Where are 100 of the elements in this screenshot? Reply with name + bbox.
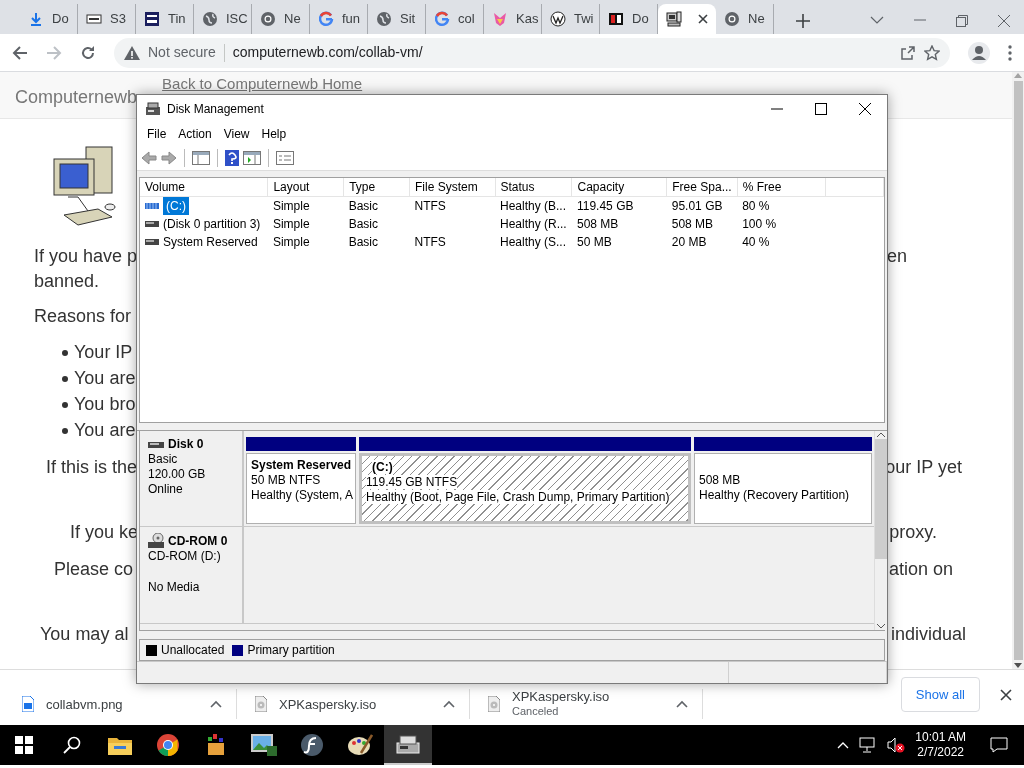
download-item[interactable]: collabvm.png [22,689,237,719]
forward-icon[interactable] [161,150,177,165]
windows-icon[interactable] [15,736,33,754]
clock-time[interactable]: 10:01 AM [915,730,966,745]
globe-icon [376,11,392,27]
partition-block[interactable]: System Reserved 50 MB NTFS Healthy (System, A [246,453,356,524]
table-cell: Healthy (S... [500,235,567,249]
table-cell: Simple [272,217,310,231]
scrollbar[interactable] [874,431,887,630]
menu-item[interactable]: View [217,125,256,143]
column-header[interactable]: Type [343,178,410,197]
column-header[interactable]: Capacity [572,178,667,197]
properties-icon[interactable] [276,150,294,165]
table-cell: Healthy (B... [500,199,567,213]
column-header[interactable]: Status [495,178,572,197]
url-text[interactable]: computernewb.com/collab-vm/ [232,42,423,63]
taskbar-app[interactable] [384,725,432,765]
caret-up-icon[interactable] [443,700,455,708]
menu-item[interactable]: Help [255,125,293,143]
partition-block[interactable]: 508 MB Healthy (Recovery Partition) [694,453,872,524]
text-fragment: Please co [54,558,134,581]
forward-icon [46,44,62,61]
volume-muted-icon[interactable] [887,737,906,753]
text-fragment: If you have p [34,245,138,268]
profile-icon[interactable] [968,41,990,64]
menu-item[interactable]: File [141,125,173,143]
text-fragment: ation on [888,558,953,581]
table-cell: NTFS [414,199,446,213]
globe-icon [202,11,218,27]
bullet-icon [62,349,68,356]
google-icon [434,11,450,27]
chevron-up-icon[interactable] [837,741,850,749]
legend-label: Primary partition [247,642,335,659]
table-cell: Healthy (R... [500,217,567,231]
download-item[interactable]: XPKaspersky.iso Canceled [488,689,703,719]
caret-up-icon[interactable] [210,700,222,708]
drive-icon [396,734,420,754]
close-icon[interactable] [1000,688,1012,701]
download-item[interactable]: XPKaspersky.iso [255,689,470,719]
show-all-button[interactable]: Show all [900,676,980,713]
new-tab-icon[interactable] [796,14,810,28]
column-header[interactable]: Layout [267,178,344,197]
table-cell: 95.01 GB [671,199,723,213]
drive-entry[interactable]: (C:) [163,197,189,215]
restore-icon[interactable] [956,15,968,27]
table-cell: Basic [348,217,378,231]
column-header[interactable]: File System [409,178,495,197]
clock-date[interactable]: 2/7/2022 [915,745,966,760]
bullet-icon [62,375,68,382]
column-header[interactable]: % Free [737,178,826,197]
close-icon[interactable] [859,103,871,115]
column-header[interactable]: Free Spa... [666,178,738,197]
close-icon[interactable] [698,14,708,24]
star-icon[interactable] [924,44,940,61]
help-icon[interactable] [225,149,239,166]
disc-file-icon [255,696,267,712]
menu-icon[interactable] [1008,44,1012,61]
scroll-up-icon[interactable] [876,431,886,439]
share-icon[interactable] [900,44,916,61]
search-icon[interactable] [63,736,81,754]
caret-up-icon[interactable] [676,700,688,708]
warning-icon[interactable] [124,45,140,60]
back-icon[interactable] [141,150,157,165]
palette-icon [347,733,373,757]
table-cell: Basic [348,235,378,249]
scrollbar[interactable] [1012,72,1024,669]
file-name: collabvm.png [46,696,124,712]
table-cell: 80 % [742,199,770,213]
drive-entry[interactable]: System Reserved [163,233,258,251]
action-pane-icon[interactable] [243,150,261,165]
nav-link[interactable]: Back to Computernewb Home [162,76,363,92]
google-icon [318,11,334,27]
network-icon[interactable] [859,737,878,753]
text-fragment: proxy. [889,521,937,544]
column-header[interactable]: Volume [140,178,268,197]
back-icon[interactable] [12,44,28,61]
chevron-down-icon[interactable] [870,15,884,25]
text-fragment: You may al [40,623,129,646]
text-fragment: You bro [74,393,136,416]
site-brand[interactable]: Computernewb [15,84,138,111]
maximize-icon[interactable] [815,103,827,115]
bullet-icon [62,427,68,434]
scroll-down-icon[interactable] [876,622,886,630]
text-fragment: You are [74,367,136,390]
console-tree-icon[interactable] [192,150,210,165]
puzzle-globe-icon [550,11,566,27]
disc-file-icon [488,696,500,712]
text-fragment: Your IP [74,341,133,364]
download-status: Canceled [512,704,560,719]
reload-icon[interactable] [80,44,96,61]
text-fragment: If you ke [70,521,139,544]
browser-tab[interactable] [658,4,716,34]
notification-icon[interactable] [990,737,1008,753]
partition-block[interactable]: (C:) 119.45 GB NTFS Healthy (Boot, Page File, Crash Dump, Primary Partition) [359,453,691,524]
drive-icon [145,219,159,229]
drive-entry[interactable]: (Disk 0 partition 3) [163,215,261,233]
security-label[interactable]: Not secure [148,42,216,63]
favicon [86,11,102,27]
menu-item[interactable]: Action [172,125,218,143]
dosbox-icon [205,733,227,757]
